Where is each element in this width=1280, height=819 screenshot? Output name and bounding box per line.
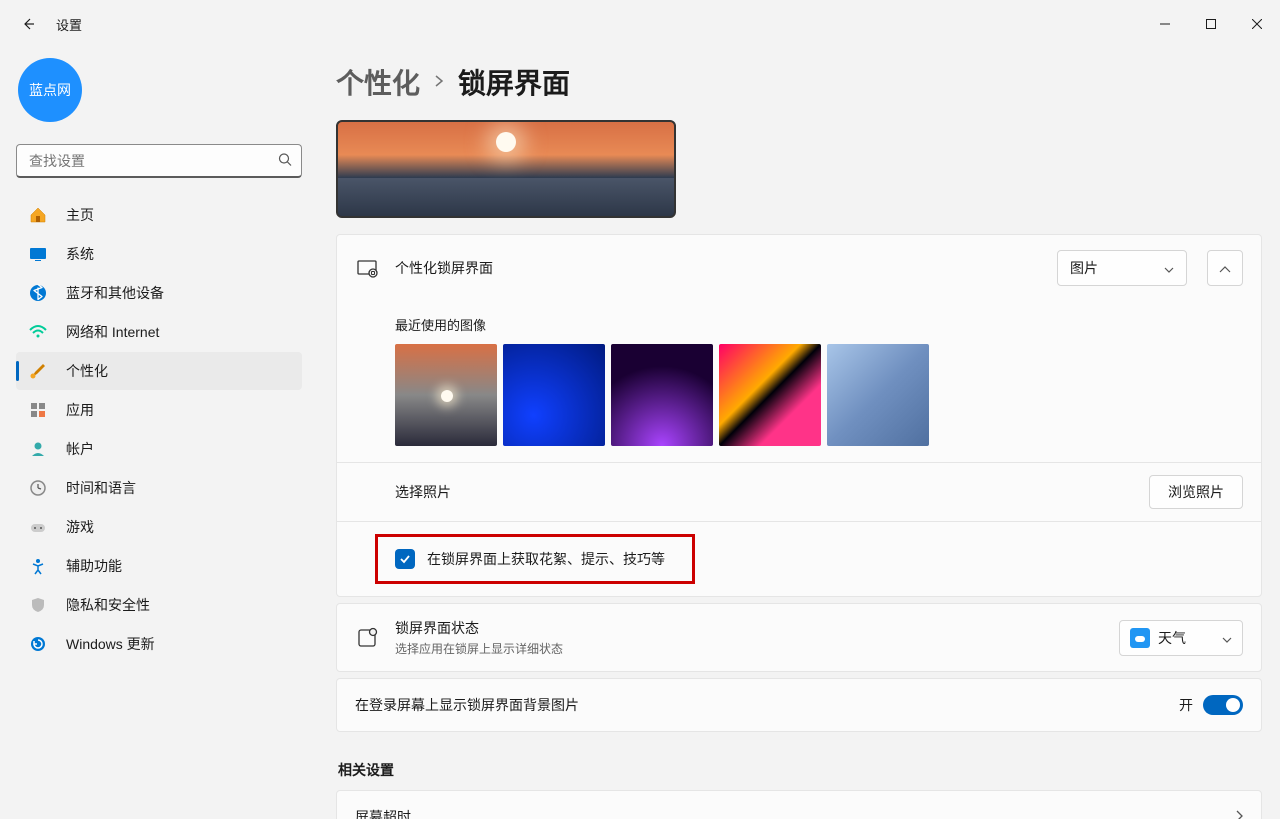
status-card: 锁屏界面状态 选择应用在锁屏上显示详细状态 天气 bbox=[336, 603, 1262, 672]
sidebar-item-label: 应用 bbox=[66, 400, 94, 420]
clock-icon bbox=[26, 476, 50, 500]
screen-timeout-link[interactable]: 屏幕超时 bbox=[336, 790, 1262, 819]
sidebar-item-label: 蓝牙和其他设备 bbox=[66, 283, 164, 303]
thumbnails bbox=[337, 344, 1261, 462]
recent-image-5[interactable] bbox=[827, 344, 929, 446]
status-subtitle: 选择应用在锁屏上显示详细状态 bbox=[395, 640, 1103, 657]
home-icon bbox=[26, 203, 50, 227]
check-icon bbox=[399, 553, 411, 565]
recent-images-label: 最近使用的图像 bbox=[337, 301, 1261, 344]
sidebar-item-accessibility[interactable]: 辅助功能 bbox=[16, 547, 302, 585]
maximize-button[interactable] bbox=[1188, 8, 1234, 40]
collapse-button[interactable] bbox=[1207, 250, 1243, 286]
chevron-up-icon bbox=[1219, 260, 1231, 276]
sidebar-item-label: 系统 bbox=[66, 244, 94, 264]
sidebar-item-label: 主页 bbox=[66, 205, 94, 225]
login-bg-label: 在登录屏幕上显示锁屏界面背景图片 bbox=[355, 695, 1179, 715]
choose-photo-label: 选择照片 bbox=[395, 482, 1149, 502]
recent-image-3[interactable] bbox=[611, 344, 713, 446]
accessibility-icon bbox=[26, 554, 50, 578]
sidebar-item-label: 辅助功能 bbox=[66, 556, 122, 576]
sidebar-item-home[interactable]: 主页 bbox=[16, 196, 302, 234]
chevron-right-icon bbox=[1235, 809, 1243, 819]
related-section-title: 相关设置 bbox=[338, 760, 1262, 780]
chevron-down-icon bbox=[1164, 260, 1174, 276]
window-title: 设置 bbox=[56, 15, 82, 34]
card-title: 个性化锁屏界面 bbox=[395, 258, 1041, 278]
sidebar-item-label: 隐私和安全性 bbox=[66, 595, 150, 615]
tips-checkbox-row: 在锁屏界面上获取花絮、提示、技巧等 bbox=[337, 522, 1261, 596]
system-icon bbox=[26, 242, 50, 266]
recent-image-2[interactable] bbox=[503, 344, 605, 446]
sidebar-item-label: Windows 更新 bbox=[66, 634, 155, 654]
sidebar-item-update[interactable]: Windows 更新 bbox=[16, 625, 302, 663]
login-bg-card: 在登录屏幕上显示锁屏界面背景图片 开 bbox=[336, 678, 1262, 732]
status-app-dropdown[interactable]: 天气 bbox=[1119, 620, 1243, 656]
breadcrumb: 个性化 锁屏界面 bbox=[336, 62, 1262, 102]
breadcrumb-parent[interactable]: 个性化 bbox=[336, 62, 420, 102]
sidebar: 蓝点网 主页 系统 蓝牙和其他设备 网络和 Internet bbox=[0, 48, 318, 819]
chevron-down-icon bbox=[1222, 630, 1232, 646]
sidebar-item-network[interactable]: 网络和 Internet bbox=[16, 313, 302, 351]
tips-checkbox[interactable] bbox=[395, 549, 415, 569]
breadcrumb-current: 锁屏界面 bbox=[458, 62, 570, 102]
status-title: 锁屏界面状态 bbox=[395, 618, 1103, 638]
screen-timeout-label: 屏幕超时 bbox=[355, 807, 1235, 819]
sidebar-item-label: 时间和语言 bbox=[66, 478, 136, 498]
update-icon bbox=[26, 632, 50, 656]
personalize-card: 个性化锁屏界面 图片 最近使用的图像 bbox=[336, 234, 1262, 597]
sidebar-item-label: 个性化 bbox=[66, 361, 108, 381]
wifi-icon bbox=[26, 320, 50, 344]
background-type-dropdown[interactable]: 图片 bbox=[1057, 250, 1187, 286]
sidebar-item-accounts[interactable]: 帐户 bbox=[16, 430, 302, 468]
sidebar-item-bluetooth[interactable]: 蓝牙和其他设备 bbox=[16, 274, 302, 312]
choose-photo-row: 选择照片 浏览照片 bbox=[337, 463, 1261, 521]
weather-icon bbox=[1130, 628, 1150, 648]
search-box bbox=[16, 144, 302, 178]
user-icon bbox=[26, 437, 50, 461]
apps-icon bbox=[26, 398, 50, 422]
sidebar-item-label: 网络和 Internet bbox=[66, 322, 159, 342]
chevron-right-icon bbox=[434, 74, 444, 91]
back-button[interactable] bbox=[14, 10, 42, 38]
browse-photos-button[interactable]: 浏览照片 bbox=[1149, 475, 1243, 509]
status-icon bbox=[355, 626, 379, 650]
sidebar-item-gaming[interactable]: 游戏 bbox=[16, 508, 302, 546]
recent-image-4[interactable] bbox=[719, 344, 821, 446]
gaming-icon bbox=[26, 515, 50, 539]
close-button[interactable] bbox=[1234, 8, 1280, 40]
shield-icon bbox=[26, 593, 50, 617]
titlebar: 设置 bbox=[0, 0, 1280, 48]
sidebar-item-apps[interactable]: 应用 bbox=[16, 391, 302, 429]
sidebar-item-privacy[interactable]: 隐私和安全性 bbox=[16, 586, 302, 624]
nav: 主页 系统 蓝牙和其他设备 网络和 Internet 个性化 应用 bbox=[16, 196, 302, 663]
recent-image-1[interactable] bbox=[395, 344, 497, 446]
sidebar-item-time-language[interactable]: 时间和语言 bbox=[16, 469, 302, 507]
minimize-button[interactable] bbox=[1142, 8, 1188, 40]
main-content: 个性化 锁屏界面 个性化锁屏界面 图片 最近使用的图像 bbox=[318, 48, 1280, 819]
sidebar-item-system[interactable]: 系统 bbox=[16, 235, 302, 273]
picture-icon bbox=[355, 256, 379, 280]
bluetooth-icon bbox=[26, 281, 50, 305]
sidebar-item-label: 帐户 bbox=[66, 439, 94, 459]
toggle-state-text: 开 bbox=[1179, 695, 1193, 715]
tips-checkbox-label: 在锁屏界面上获取花絮、提示、技巧等 bbox=[427, 549, 665, 569]
brush-icon bbox=[26, 359, 50, 383]
search-input[interactable] bbox=[16, 144, 302, 178]
lockscreen-preview bbox=[336, 120, 676, 218]
avatar[interactable]: 蓝点网 bbox=[18, 58, 82, 122]
search-icon bbox=[278, 153, 292, 170]
sidebar-item-personalization[interactable]: 个性化 bbox=[16, 352, 302, 390]
login-bg-toggle[interactable] bbox=[1203, 695, 1243, 715]
sidebar-item-label: 游戏 bbox=[66, 517, 94, 537]
